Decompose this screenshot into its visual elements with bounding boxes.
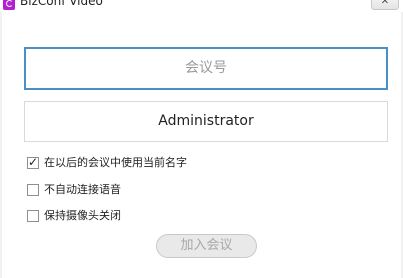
camera-off-checkbox[interactable] — [27, 210, 39, 222]
close-button[interactable]: ✕ — [371, 0, 399, 10]
close-icon: ✕ — [380, 0, 390, 7]
meeting-number-input[interactable]: 会议号 — [24, 47, 388, 90]
app-window: BizConf Video ✕ 会议号 Administrator ✓ 在以后的… — [0, 0, 403, 278]
remember-name-label[interactable]: 在以后的会议中使用当前名字 — [44, 155, 187, 171]
no-auto-audio-checkbox[interactable] — [27, 184, 39, 196]
window-left-border — [0, 12, 2, 278]
display-name-value: Administrator — [158, 113, 254, 129]
title-bar: BizConf Video ✕ — [0, 0, 403, 12]
remember-name-checkbox[interactable]: ✓ — [27, 155, 39, 169]
window-title: BizConf Video — [20, 0, 103, 8]
checkmark-icon: ✓ — [28, 155, 39, 169]
bizconf-logo-icon — [3, 0, 15, 10]
no-auto-audio-label[interactable]: 不自动连接语音 — [44, 182, 121, 198]
display-name-input[interactable]: Administrator — [24, 101, 388, 142]
camera-off-label[interactable]: 保持摄像头关闭 — [44, 208, 121, 224]
meeting-number-placeholder: 会议号 — [185, 60, 227, 76]
join-meeting-button[interactable]: 加入会议 — [156, 234, 257, 258]
